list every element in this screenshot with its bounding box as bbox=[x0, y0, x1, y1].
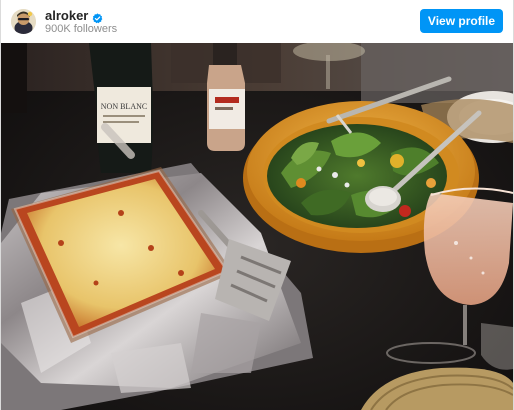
follower-count: 900K followers bbox=[45, 23, 118, 35]
post-photo[interactable]: NON BLANC bbox=[1, 43, 513, 410]
username-row: alroker bbox=[45, 8, 103, 24]
verified-badge-icon bbox=[92, 11, 103, 23]
avatar[interactable] bbox=[11, 9, 36, 34]
bottle-label-text: NON BLANC bbox=[101, 102, 147, 111]
avatar-icon bbox=[11, 9, 36, 34]
dinner-table-image: NON BLANC bbox=[1, 43, 513, 410]
post-header: alroker 900K followers View profile bbox=[1, 0, 513, 43]
username-link[interactable]: alroker bbox=[45, 8, 88, 24]
view-profile-button[interactable]: View profile bbox=[420, 9, 503, 33]
instagram-embed: alroker 900K followers View profile NON … bbox=[0, 0, 514, 410]
